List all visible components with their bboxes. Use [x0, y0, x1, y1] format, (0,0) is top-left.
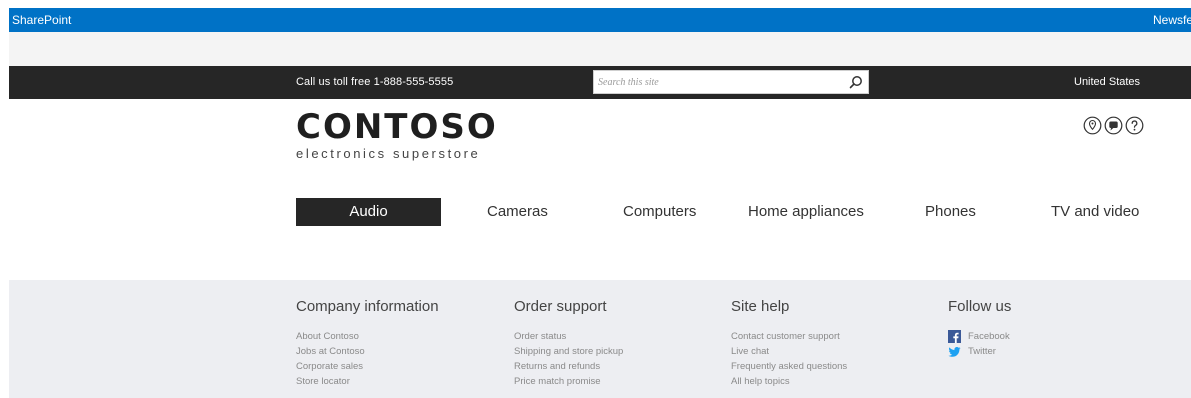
page: SharePoint Newsfeed Call us toll free 1-… [0, 0, 1191, 398]
footer-link-about-contoso[interactable]: About Contoso [296, 329, 439, 344]
footer-company-information: Company information About Contoso Jobs a… [296, 298, 439, 389]
suite-bar: SharePoint Newsfeed [9, 8, 1191, 32]
twitter-label: Twitter [968, 346, 996, 357]
ribbon-strip [9, 32, 1191, 66]
search-icon[interactable] [847, 74, 865, 92]
facebook-icon [948, 330, 961, 343]
footer-site-help: Site help Contact customer support Live … [731, 298, 847, 389]
nav-home-appliances[interactable]: Home appliances [748, 198, 864, 226]
country-selector[interactable]: United States [1074, 76, 1140, 88]
logo-tagline: electronics superstore [296, 146, 481, 161]
contoso-logo[interactable]: CONTOSO electronics superstore [296, 110, 498, 161]
facebook-link[interactable]: Facebook [948, 329, 1011, 344]
footer-heading: Site help [731, 298, 790, 315]
search-box [593, 70, 869, 94]
footer-link-order-status[interactable]: Order status [514, 329, 623, 344]
nav-computers[interactable]: Computers [623, 198, 696, 226]
footer-link-contact-support[interactable]: Contact customer support [731, 329, 847, 344]
footer-link-store-locator[interactable]: Store locator [296, 374, 439, 389]
facebook-label: Facebook [968, 331, 1010, 342]
logo-wordmark: CONTOSO [296, 107, 498, 147]
location-icon[interactable] [1083, 116, 1102, 135]
footer-heading: Order support [514, 298, 607, 315]
twitter-icon [948, 347, 961, 357]
help-icon[interactable] [1125, 116, 1144, 135]
newsfeed-link[interactable]: Newsfeed [1153, 13, 1191, 27]
twitter-link[interactable]: Twitter [948, 344, 1011, 359]
footer-heading: Follow us [948, 298, 1012, 315]
nav-cameras[interactable]: Cameras [487, 198, 548, 226]
footer-link-corporate-sales[interactable]: Corporate sales [296, 359, 439, 374]
sharepoint-link[interactable]: SharePoint [12, 13, 71, 27]
toll-free-text: Call us toll free 1-888-555-5555 [296, 76, 454, 88]
footer-link-returns[interactable]: Returns and refunds [514, 359, 623, 374]
footer-link-jobs[interactable]: Jobs at Contoso [296, 344, 439, 359]
nav-tv-and-video[interactable]: TV and video [1051, 198, 1139, 226]
footer-link-shipping[interactable]: Shipping and store pickup [514, 344, 623, 359]
footer-link-all-help-topics[interactable]: All help topics [731, 374, 847, 389]
footer-follow-us: Follow us Facebook Twitter [948, 298, 1011, 359]
footer-link-faq[interactable]: Frequently asked questions [731, 359, 847, 374]
nav-phones[interactable]: Phones [925, 198, 976, 226]
top-bar: Call us toll free 1-888-555-5555 United … [9, 66, 1191, 99]
nav-audio[interactable]: Audio [296, 198, 441, 226]
search-input[interactable] [598, 74, 838, 90]
footer-order-support: Order support Order status Shipping and … [514, 298, 623, 389]
footer-link-price-match[interactable]: Price match promise [514, 374, 623, 389]
footer-heading: Company information [296, 298, 439, 315]
chat-icon[interactable] [1104, 116, 1123, 135]
footer: Company information About Contoso Jobs a… [9, 280, 1191, 398]
footer-link-live-chat[interactable]: Live chat [731, 344, 847, 359]
